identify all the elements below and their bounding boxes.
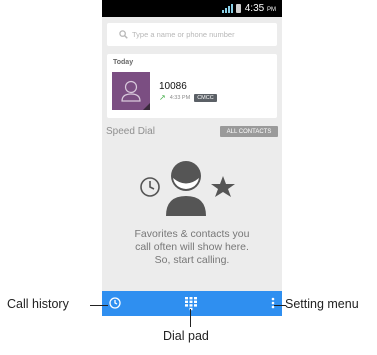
recent-calls-card: Today 10086 ↗ 4:33 PM CMCC bbox=[107, 54, 277, 118]
status-time: 4:35 PM bbox=[244, 3, 276, 14]
phone-screen: 4:35 PM Type a name or phone number Toda… bbox=[102, 0, 282, 316]
clock-icon[interactable] bbox=[108, 296, 122, 310]
callout-setting-menu: Setting menu bbox=[285, 297, 359, 311]
person-icon bbox=[166, 161, 206, 216]
status-bar: 4:35 PM bbox=[102, 0, 282, 17]
callout-call-history: Call history bbox=[7, 297, 69, 311]
call-time: 4:33 PM bbox=[169, 95, 191, 101]
clock-icon bbox=[140, 177, 160, 197]
empty-state-illustration bbox=[140, 161, 235, 216]
battery-icon bbox=[235, 4, 241, 13]
callout-line-dial-pad bbox=[190, 309, 191, 327]
contact-avatar[interactable] bbox=[112, 72, 150, 110]
search-input[interactable]: Type a name or phone number bbox=[107, 23, 277, 46]
overflow-menu-icon[interactable] bbox=[270, 296, 276, 310]
search-icon bbox=[119, 30, 128, 39]
all-contacts-button[interactable]: ALL CONTACTS bbox=[220, 126, 278, 137]
search-placeholder: Type a name or phone number bbox=[132, 30, 235, 39]
callout-line-call-history bbox=[90, 305, 108, 306]
bottom-action-bar bbox=[102, 291, 282, 316]
outgoing-call-icon: ↗ bbox=[159, 93, 166, 102]
callout-dial-pad: Dial pad bbox=[163, 329, 209, 343]
call-meta: ↗ 4:33 PM CMCC bbox=[159, 94, 217, 102]
today-heading: Today bbox=[113, 59, 134, 66]
signal-icon bbox=[221, 4, 233, 13]
empty-state-message: Favorites & contacts you call often will… bbox=[134, 228, 250, 266]
call-number[interactable]: 10086 bbox=[159, 81, 187, 92]
speed-dial-heading: Speed Dial bbox=[106, 126, 155, 137]
dialpad-icon[interactable] bbox=[184, 297, 198, 311]
star-icon bbox=[211, 176, 235, 197]
sim-badge: CMCC bbox=[194, 94, 217, 102]
